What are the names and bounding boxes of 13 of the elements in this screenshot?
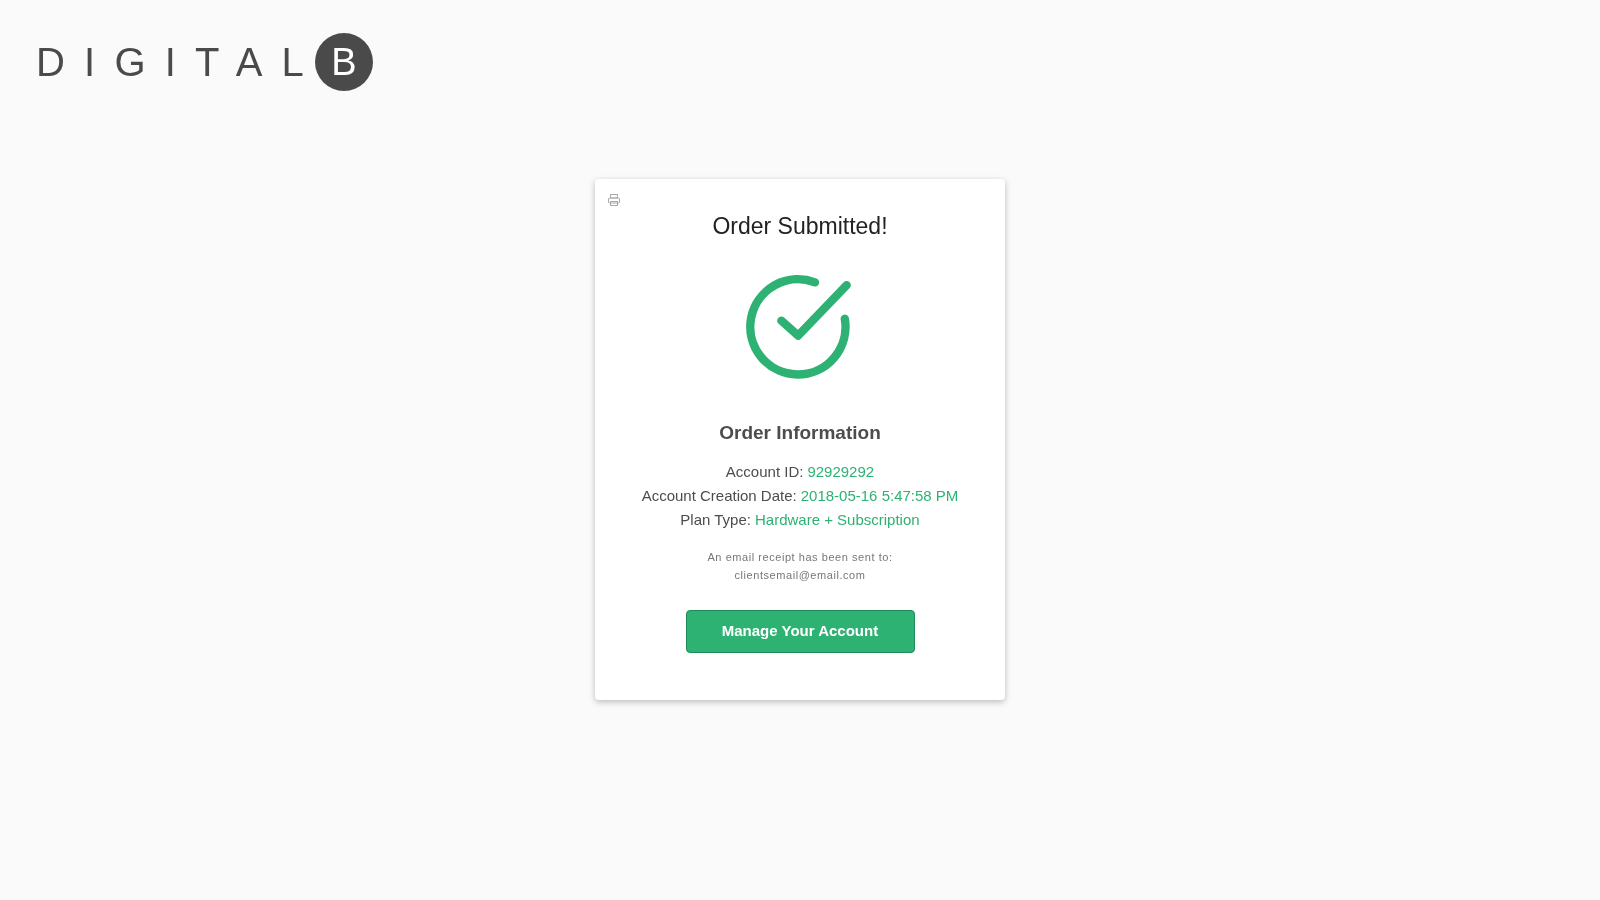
card-title: Order Submitted! bbox=[712, 212, 888, 241]
detail-label: Account ID: bbox=[725, 462, 804, 482]
receipt-note: An email receipt has been sent to: bbox=[707, 550, 893, 565]
manage-account-button[interactable]: Manage Your Account bbox=[685, 610, 915, 653]
detail-value: 2018-05-16 5:47:58 PM bbox=[800, 486, 959, 506]
detail-label: Plan Type: bbox=[680, 510, 751, 530]
logo-badge: B bbox=[315, 33, 374, 91]
detail-value: 92929292 bbox=[807, 462, 875, 482]
detail-label: Account Creation Date: bbox=[641, 486, 797, 506]
section-heading: Order Information bbox=[719, 420, 881, 445]
print-icon[interactable] bbox=[607, 193, 621, 207]
detail-value: Hardware + Subscription bbox=[754, 510, 920, 530]
receipt-email: clientsemail@email.com bbox=[734, 568, 866, 583]
